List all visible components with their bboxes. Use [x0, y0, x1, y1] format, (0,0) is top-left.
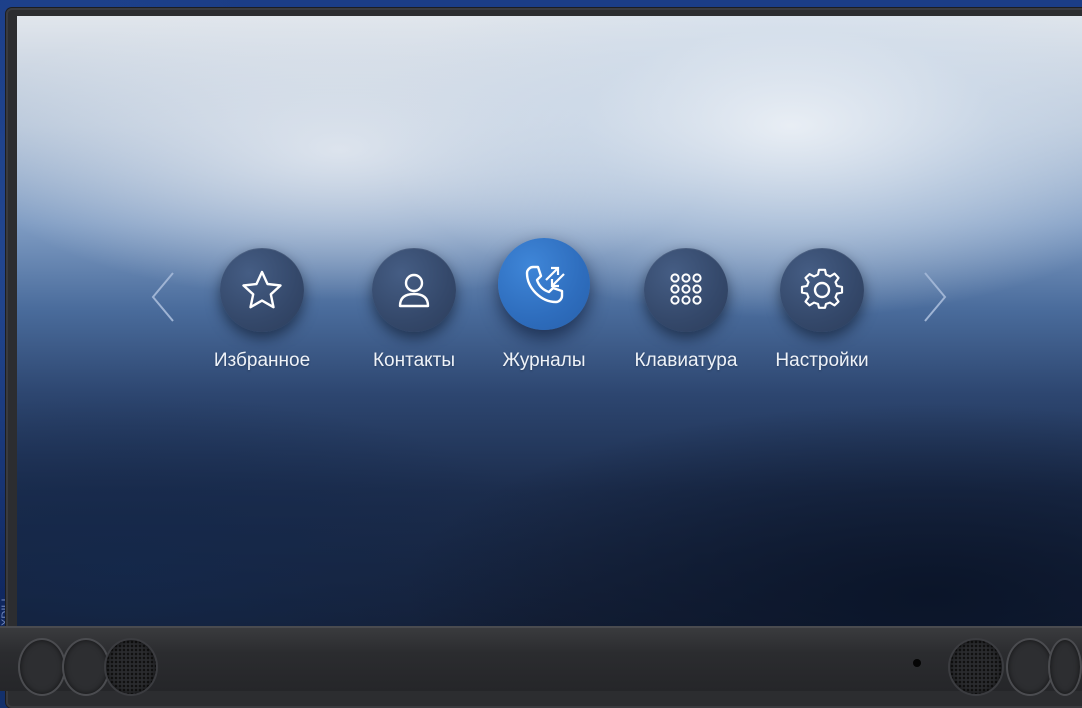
- contacts-button[interactable]: [372, 248, 456, 332]
- app-logs[interactable]: Журналы: [484, 238, 604, 372]
- star-icon: [242, 270, 282, 309]
- chevron-left-icon: [151, 272, 174, 322]
- logs-label: Журналы: [502, 350, 586, 371]
- dialpad-icon: [670, 273, 702, 305]
- camera-dot: [913, 659, 921, 667]
- phone-calls-icon: [525, 265, 565, 304]
- chevron-right-icon: [924, 272, 947, 322]
- favorites-button[interactable]: [220, 248, 304, 332]
- logs-button[interactable]: [498, 238, 590, 330]
- speaker-left-grill: [104, 638, 158, 696]
- app-keypad[interactable]: Клавиатура: [626, 248, 746, 372]
- screen: Избранное Контакты Журналы Клавиатура На…: [17, 16, 1082, 626]
- contacts-label: Контакты: [372, 350, 456, 371]
- speaker-right-2: [1048, 638, 1082, 696]
- app-contacts[interactable]: Контакты: [354, 248, 474, 372]
- speaker-right-grill: [948, 638, 1004, 696]
- person-icon: [398, 273, 430, 308]
- app-settings[interactable]: Настройки: [762, 248, 882, 372]
- speaker-left-1: [18, 638, 66, 696]
- keypad-button[interactable]: [644, 248, 728, 332]
- keypad-label: Клавиатура: [634, 350, 738, 371]
- speaker-left-2: [62, 638, 110, 696]
- speaker-right-1: [1006, 638, 1054, 696]
- gear-icon: [800, 268, 844, 309]
- bottom-bezel: [0, 626, 1082, 691]
- app-favorites[interactable]: Избранное: [202, 248, 322, 372]
- next-page-button[interactable]: [920, 272, 950, 322]
- settings-label: Настройки: [775, 350, 869, 371]
- favorites-label: Избранное: [213, 350, 311, 371]
- settings-button[interactable]: [780, 248, 864, 332]
- prev-page-button[interactable]: [148, 272, 178, 322]
